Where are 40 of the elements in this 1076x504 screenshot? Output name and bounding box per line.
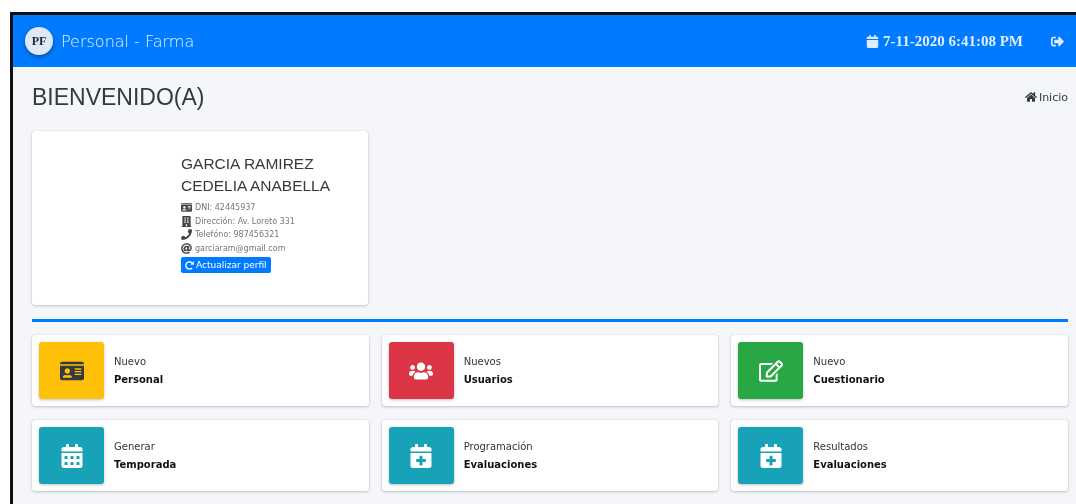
date-time: 7-11-2020 6:41:08 PM [883,32,1023,50]
tile-label: Resultados [813,441,870,452]
menu-tile[interactable]: Nuevo Cuestionario [731,335,1068,406]
profile-detail: Telefóno: 987456321 [195,230,280,240]
menu-tile[interactable]: Programación Evaluaciones [381,420,719,491]
tile-title: Personal [114,374,164,385]
tile-label: Generar [114,441,156,452]
tile-title: Cuestionario [813,374,885,385]
logo: PF [25,27,53,55]
profile-name: GARCIA RAMIREZ CEDELIA ANABELLA [181,154,332,196]
calendar-icon [59,443,84,468]
logout-icon[interactable] [1051,34,1064,48]
breadcrumb-link[interactable]: Inicio [1024,90,1068,104]
phone-icon [181,229,192,241]
menu-tile[interactable]: Resultados Evaluaciones [731,420,1068,491]
profile-detail: garciaram@gmail.com [195,243,286,253]
home-icon [1024,91,1037,103]
update-profile-button[interactable]: Actualizar perfil [181,257,271,273]
edit-icon [758,358,783,383]
tile-label: Nuevos [463,356,502,367]
page-title: BIENVENIDO(A) [32,83,205,111]
profile-detail: DNI: 42445937 [195,203,256,213]
tile-label: Nuevo [114,356,147,367]
calendar-plus-icon [758,443,783,468]
app-title: Personal - Farma [61,31,195,51]
email-icon [181,242,192,254]
tile-label: Programación [463,441,534,452]
menu-tile[interactable]: Nuevos Usuarios [381,335,719,406]
calendar-icon [866,34,879,48]
refresh-icon [185,260,194,270]
tile-title: Temporada [114,459,177,470]
tile-title: Evaluaciones [813,459,887,470]
tile-title: Usuarios [463,374,513,385]
tile-label: Nuevo [813,356,847,367]
menu-tile[interactable]: Generar Temporada [32,420,369,491]
tile-title: Evaluaciones [463,459,538,470]
calendar-plus-icon [409,443,434,468]
id-icon [181,202,192,214]
profile-detail: Dirección: Av. Loreto 331 [195,216,295,226]
menu-tile[interactable]: Nuevo Personal [32,335,369,406]
